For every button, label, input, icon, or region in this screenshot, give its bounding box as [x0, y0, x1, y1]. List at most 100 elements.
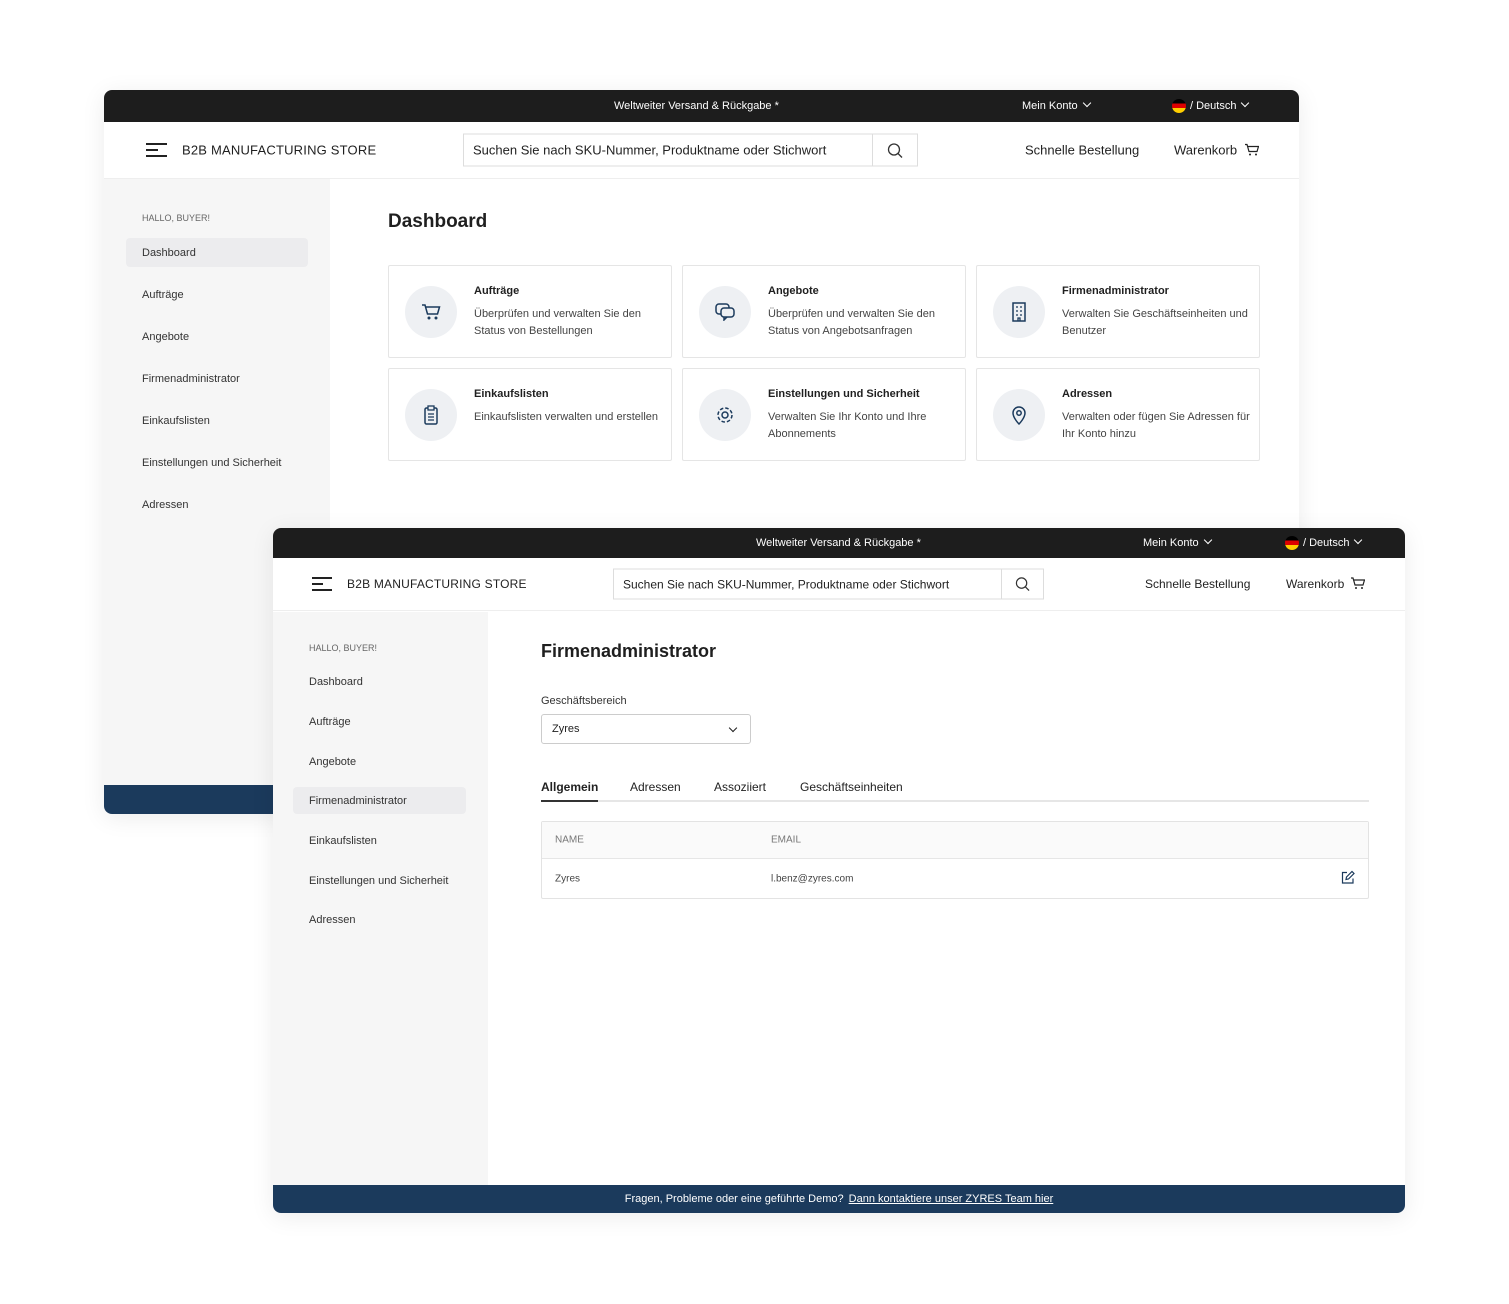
shipping-notice: Weltweiter Versand & Rückgabe *	[614, 100, 779, 112]
tab-addresses[interactable]: Adressen	[630, 780, 681, 794]
map-pin-icon	[993, 389, 1045, 441]
cell-email: l.benz@zyres.com	[771, 873, 853, 884]
card-shopping-lists[interactable]: Einkaufslisten Einkaufslisten verwalten …	[388, 368, 672, 461]
page-title: Dashboard	[388, 211, 487, 233]
language-label: / Deutsch	[1190, 100, 1236, 112]
language-menu[interactable]: / Deutsch	[1172, 99, 1248, 113]
sidebar-item-dashboard[interactable]: Dashboard	[293, 668, 466, 695]
card-title: Adressen	[1062, 388, 1112, 400]
card-description: Einkaufslisten verwalten und erstellen	[474, 409, 664, 426]
business-unit-select[interactable]: Zyres	[541, 714, 751, 744]
search-input[interactable]: Suchen Sie nach SKU-Nummer, Produktname …	[613, 569, 1044, 600]
business-unit-value: Zyres	[552, 723, 580, 735]
contact-link[interactable]: Dann kontaktiere unser ZYRES Team hier	[849, 1193, 1054, 1205]
card-addresses[interactable]: Adressen Verwalten oder fügen Sie Adress…	[976, 368, 1260, 461]
sidebar-item-settings[interactable]: Einstellungen und Sicherheit	[293, 867, 466, 894]
cart-label: Warenkorb	[1174, 143, 1237, 158]
sidebar-item-dashboard[interactable]: Dashboard	[126, 238, 308, 267]
cart-icon	[1245, 144, 1259, 157]
page-title: Firmenadministrator	[541, 641, 716, 662]
footer-text: Fragen, Probleme oder eine geführte Demo…	[625, 1193, 844, 1205]
table-header: NAME EMAIL	[542, 822, 1368, 859]
tab-business-units[interactable]: Geschäftseinheiten	[800, 780, 903, 794]
search-button[interactable]	[872, 135, 917, 166]
cart-link[interactable]: Warenkorb	[1174, 143, 1259, 158]
sidebar-item-settings[interactable]: Einstellungen und Sicherheit	[126, 448, 308, 477]
card-title: Firmenadministrator	[1062, 285, 1169, 297]
menu-icon[interactable]	[312, 577, 333, 591]
sidebar-item-addresses[interactable]: Adressen	[293, 906, 466, 933]
card-orders[interactable]: Aufträge Überprüfen und verwalten Sie de…	[388, 265, 672, 358]
card-title: Einstellungen und Sicherheit	[768, 388, 920, 400]
german-flag-icon	[1285, 536, 1299, 550]
card-company-admin[interactable]: Firmenadministrator Verwalten Sie Geschä…	[976, 265, 1260, 358]
sidebar-item-quotes[interactable]: Angebote	[293, 748, 466, 775]
shipping-notice: Weltweiter Versand & Rückgabe *	[756, 537, 921, 549]
card-quotes[interactable]: Angebote Überprüfen und verwalten Sie de…	[682, 265, 966, 358]
card-description: Verwalten oder fügen Sie Adressen für Ih…	[1062, 409, 1252, 443]
table-row: Zyres l.benz@zyres.com	[542, 859, 1368, 898]
chevron-down-icon	[1082, 99, 1090, 107]
edit-icon[interactable]	[1341, 870, 1355, 887]
header: B2B MANUFACTURING STORE Suchen Sie nach …	[273, 558, 1405, 611]
column-name: NAME	[555, 835, 584, 846]
sidebar-item-orders[interactable]: Aufträge	[126, 280, 308, 309]
sidebar-item-quotes[interactable]: Angebote	[126, 322, 308, 351]
card-description: Überprüfen und verwalten Sie den Status …	[474, 306, 664, 340]
language-menu[interactable]: / Deutsch	[1285, 536, 1361, 550]
sidebar-item-company-admin[interactable]: Firmenadministrator	[126, 364, 308, 393]
column-email: EMAIL	[771, 835, 801, 846]
search-input[interactable]: Suchen Sie nach SKU-Nummer, Produktname …	[463, 134, 918, 167]
greeting: HALLO, BUYER!	[309, 643, 377, 653]
greeting: HALLO, BUYER!	[142, 213, 210, 223]
card-description: Verwalten Sie Geschäftseinheiten und Ben…	[1062, 306, 1252, 340]
sidebar-item-orders[interactable]: Aufträge	[293, 708, 466, 735]
account-label: Mein Konto	[1143, 537, 1199, 549]
search-icon	[887, 142, 903, 158]
tab-general[interactable]: Allgemein	[541, 780, 598, 802]
cell-name: Zyres	[555, 873, 580, 884]
chevron-down-icon	[1241, 99, 1249, 107]
tab-bar: Allgemein Adressen Assoziiert Geschäftse…	[541, 780, 1369, 802]
tab-associated[interactable]: Assoziiert	[714, 780, 766, 794]
chevron-down-icon	[1203, 536, 1211, 544]
business-unit-label: Geschäftsbereich	[541, 695, 627, 707]
quick-order-link[interactable]: Schnelle Bestellung	[1145, 577, 1250, 591]
quick-order-link[interactable]: Schnelle Bestellung	[1025, 143, 1139, 158]
account-menu[interactable]: Mein Konto	[1022, 100, 1090, 112]
search-placeholder: Suchen Sie nach SKU-Nummer, Produktname …	[614, 577, 1001, 591]
chat-icon	[699, 286, 751, 338]
sidebar-item-addresses[interactable]: Adressen	[126, 490, 308, 519]
sidebar-item-shopping-lists[interactable]: Einkaufslisten	[126, 406, 308, 435]
card-settings[interactable]: Einstellungen und Sicherheit Verwalten S…	[682, 368, 966, 461]
sidebar-item-company-admin[interactable]: Firmenadministrator	[293, 787, 466, 814]
search-icon	[1015, 577, 1030, 592]
chevron-down-icon	[729, 724, 737, 732]
users-table: NAME EMAIL Zyres l.benz@zyres.com	[541, 821, 1369, 899]
header: B2B MANUFACTURING STORE Suchen Sie nach …	[104, 122, 1299, 179]
sidebar-item-shopping-lists[interactable]: Einkaufslisten	[293, 827, 466, 854]
card-description: Verwalten Sie Ihr Konto und Ihre Abonnem…	[768, 409, 958, 443]
store-logo[interactable]: B2B MANUFACTURING STORE	[182, 143, 376, 158]
card-title: Einkaufslisten	[474, 388, 549, 400]
store-logo[interactable]: B2B MANUFACTURING STORE	[347, 577, 527, 591]
cart-link[interactable]: Warenkorb	[1286, 577, 1365, 591]
cart-icon	[1351, 577, 1365, 590]
search-placeholder: Suchen Sie nach SKU-Nummer, Produktname …	[464, 143, 872, 158]
chevron-down-icon	[1354, 536, 1362, 544]
cart-icon	[405, 286, 457, 338]
cart-label: Warenkorb	[1286, 577, 1344, 591]
card-title: Angebote	[768, 285, 819, 297]
account-label: Mein Konto	[1022, 100, 1078, 112]
company-admin-window: Weltweiter Versand & Rückgabe * Mein Kon…	[273, 528, 1405, 1213]
language-label: / Deutsch	[1303, 537, 1349, 549]
gear-icon	[699, 389, 751, 441]
sidebar: HALLO, BUYER! Dashboard Aufträge Angebot…	[273, 612, 488, 1185]
top-bar: Weltweiter Versand & Rückgabe * Mein Kon…	[273, 528, 1405, 558]
clipboard-icon	[405, 389, 457, 441]
menu-icon[interactable]	[146, 143, 167, 157]
search-button[interactable]	[1001, 570, 1043, 599]
german-flag-icon	[1172, 99, 1186, 113]
account-menu[interactable]: Mein Konto	[1143, 537, 1211, 549]
top-bar: Weltweiter Versand & Rückgabe * Mein Kon…	[104, 90, 1299, 122]
